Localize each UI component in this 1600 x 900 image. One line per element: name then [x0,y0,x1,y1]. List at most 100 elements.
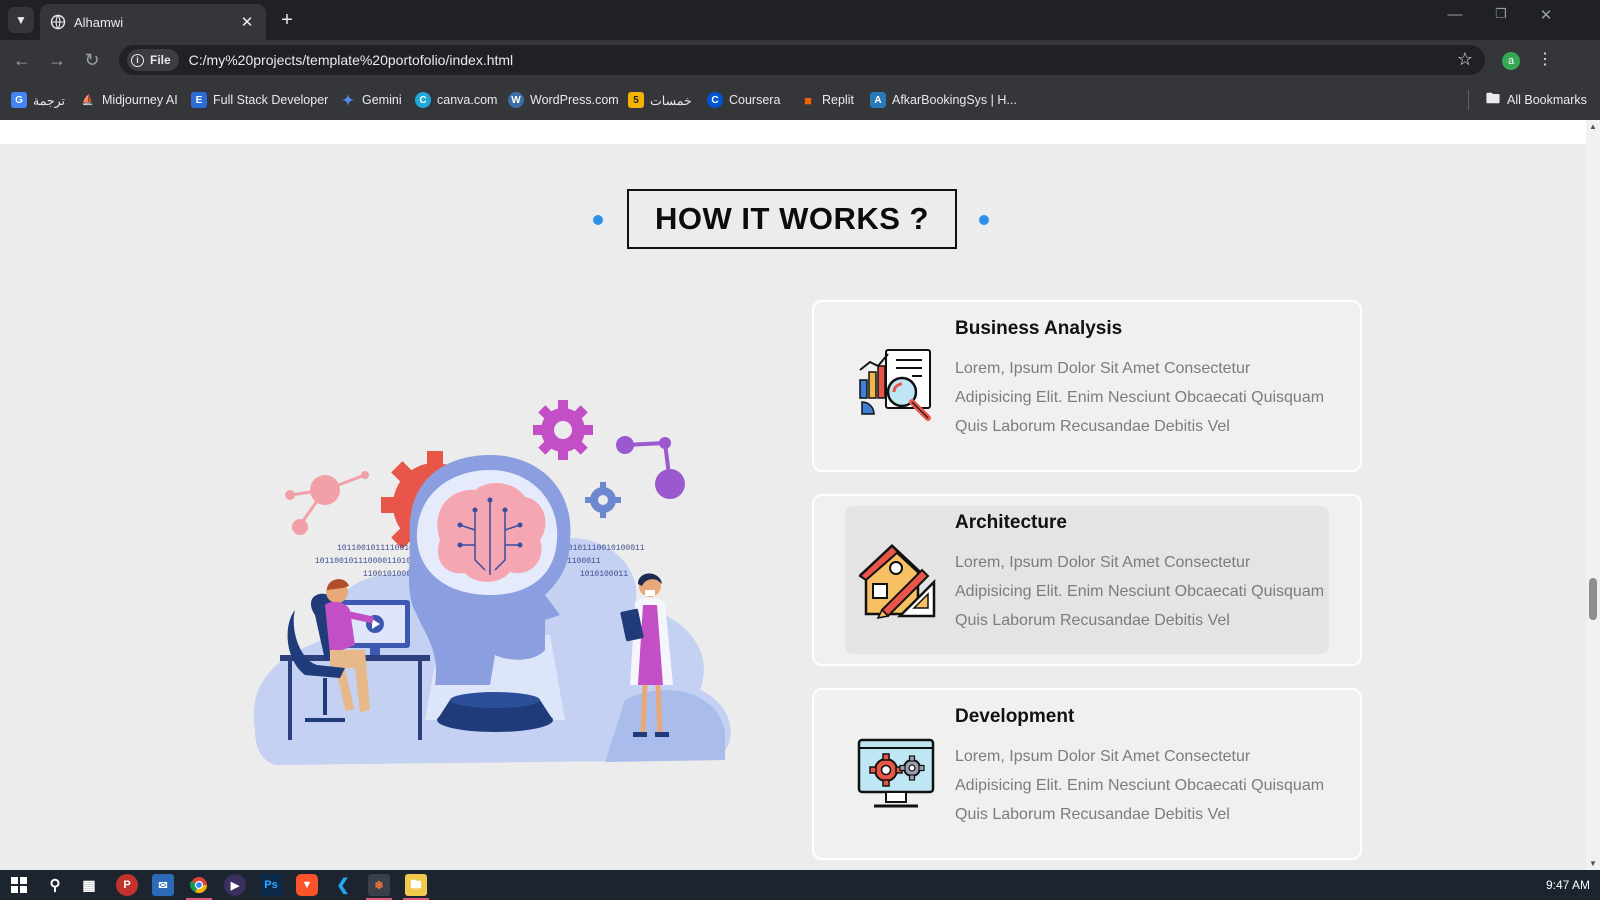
info-icon: i [131,53,144,67]
architecture-icon [858,543,936,620]
canva-icon: C [415,92,431,108]
windows-start-icon[interactable] [8,874,30,896]
page-top-strip [0,120,1586,144]
app-p-icon[interactable]: P [116,874,138,896]
bookmark-item[interactable]: ⛵ Midjourney AI [80,91,178,109]
active-tab[interactable]: Alhamwi ✕ [40,4,266,40]
process-card-business-analysis[interactable]: Business Analysis Lorem, Ipsum Dolor Sit… [812,300,1362,472]
tab-search-button[interactable]: ▼ [8,7,34,33]
binary-text: 10101110010100011 [563,544,645,553]
bookmark-label: AfkarBookingSys | H... [892,93,1017,107]
bookmark-label: Coursera [729,93,781,107]
bookmark-item[interactable]: W WordPress.com [508,91,619,109]
bookmark-label: خمسات [650,93,692,108]
chevron-down-icon: ▼ [15,13,27,27]
coursera-icon: C [707,92,723,108]
app-active-icon[interactable]: ❄ [368,874,390,896]
browser-toolbar: ← → ↻ i File C:/my%20projects/template%2… [0,40,1600,80]
binary-text: 1100011 [567,557,601,566]
site-info-chip[interactable]: i File [127,49,179,71]
card-title: Development [955,706,1075,727]
google-translate-icon: G [11,92,27,108]
section-heading: HOW IT WORKS ? [655,201,929,236]
windows-taskbar: ⚲ ▦ P ✉ ▶ Ps ▼ ❮ ❄ 🖿 9:47 AM [0,870,1600,900]
back-button[interactable]: ← [10,48,34,72]
file-explorer-icon[interactable]: 🖿 [405,874,427,896]
globe-icon [50,14,66,30]
bookmark-item[interactable]: C Coursera [707,91,780,109]
task-view-icon[interactable]: ▦ [78,874,100,896]
bookmarks-divider [1468,90,1469,110]
bookmark-label: Full Stack Developer [213,93,329,107]
bookmark-star-icon[interactable]: ☆ [1457,49,1473,70]
development-icon [857,738,935,808]
replit-icon: ■ [804,92,812,108]
bookmark-item[interactable]: A AfkarBookingSys | H... [870,91,1017,109]
binary-text: 1011001011110010 [337,544,414,553]
heading-dot-right [979,215,989,225]
bookmarks-bar: G ترجمة ⛵ Midjourney AI E Full Stack Dev… [0,80,1600,120]
card-title: Architecture [955,512,1067,533]
folder-icon: 🖿 [1486,90,1500,106]
heading-dot-left [593,215,603,225]
binary-text: 1011001011100001101010 [315,557,421,566]
forward-button[interactable]: → [45,48,69,72]
tab-bar: ▼ Alhamwi ✕ + — ❐ ✕ [0,0,1600,40]
url-text[interactable]: C:/my%20projects/template%20portofolio/i… [189,52,514,68]
midjourney-icon: ⛵ [81,94,95,106]
ai-brain-illustration: 1011001011110010 1011001011100001101010 … [253,400,731,765]
scrollbar-thumb[interactable] [1589,578,1597,620]
window-close-button[interactable]: ✕ [1531,6,1561,24]
tab-close-icon[interactable]: ✕ [238,13,256,31]
all-bookmarks-label: All Bookmarks [1507,93,1587,107]
bookmark-label: WordPress.com [530,93,619,107]
bookmark-item[interactable]: ✦ Gemini [340,91,402,109]
vscode-icon[interactable]: ❮ [332,874,354,896]
minimize-button[interactable]: — [1440,6,1470,23]
card-text: Lorem, Ipsum Dolor Sit Amet Consectetur … [955,554,1325,629]
gemini-icon: ✦ [342,91,354,108]
bookmark-item[interactable]: C canva.com [415,91,497,109]
e-icon: E [191,92,207,108]
profile-avatar[interactable]: a [1502,52,1520,70]
all-bookmarks-button[interactable]: 🖿 All Bookmarks [1485,90,1587,109]
page-viewport: HOW IT WORKS ? 1011001011110010 10110010… [0,120,1586,870]
bookmark-label: ترجمة [33,93,66,108]
process-card-development[interactable]: Development Lorem, Ipsum Dolor Sit Amet … [812,688,1362,860]
tab-title: Alhamwi [74,14,124,30]
bookmark-item[interactable]: G ترجمة [11,91,65,109]
address-bar[interactable]: i File C:/my%20projects/template%20porto… [119,45,1485,75]
bookmark-label: Midjourney AI [102,93,178,107]
chrome-icon[interactable] [188,874,210,896]
section-heading-box: HOW IT WORKS ? [627,189,957,249]
restore-button[interactable]: ❐ [1486,6,1516,22]
taskbar-clock[interactable]: 9:47 AM [1546,878,1590,892]
card-text: Lorem, Ipsum Dolor Sit Amet Consectetur … [955,748,1325,823]
new-tab-button[interactable]: + [276,8,298,32]
business-analysis-icon [859,349,931,421]
photoshop-icon[interactable]: Ps [260,874,282,896]
reload-button[interactable]: ↻ [80,48,104,72]
afkar-icon: A [870,92,886,108]
card-text: Lorem, Ipsum Dolor Sit Amet Consectetur … [955,360,1325,435]
bookmark-label: Gemini [362,93,402,107]
chip-label: File [150,53,171,67]
khamsat-icon: 5 [628,92,644,108]
mail-app-icon[interactable]: ✉ [152,874,174,896]
scroll-up-arrow-icon[interactable]: ▲ [1589,122,1597,131]
bookmark-item[interactable]: E Full Stack Developer [191,91,328,109]
bookmark-label: Replit [822,93,854,107]
browser-menu-icon[interactable]: ⋮ [1535,49,1555,69]
scroll-down-arrow-icon[interactable]: ▼ [1589,859,1597,868]
page-scrollbar[interactable]: ▲ ▼ [1586,120,1600,870]
brave-icon[interactable]: ▼ [296,874,318,896]
card-title: Business Analysis [955,318,1123,339]
bookmark-item[interactable]: 5 خمسات [628,91,692,109]
media-player-icon[interactable]: ▶ [224,874,246,896]
binary-text: 1010100011 [580,570,628,579]
wordpress-icon: W [508,92,524,108]
bookmark-item[interactable]: ■ Replit [800,91,854,109]
process-card-architecture[interactable]: Architecture Lorem, Ipsum Dolor Sit Amet… [812,494,1362,666]
search-icon[interactable]: ⚲ [44,874,66,896]
bookmark-label: canva.com [437,93,498,107]
